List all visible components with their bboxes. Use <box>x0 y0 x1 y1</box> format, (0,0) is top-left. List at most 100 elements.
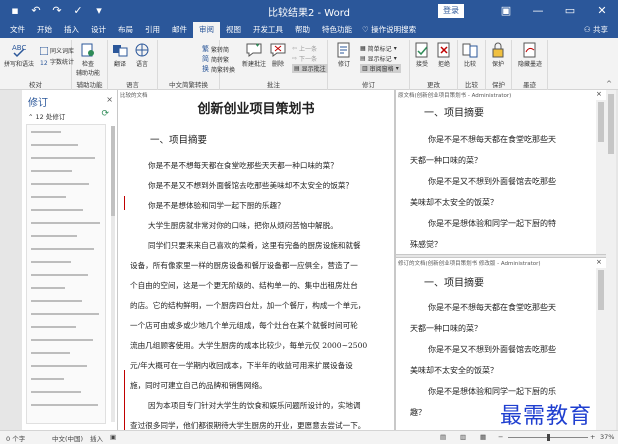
thesaurus-button[interactable]: 同义词库 <box>40 46 74 55</box>
revision-entry[interactable] <box>31 131 61 133</box>
tab-2[interactable]: 插入 <box>58 22 85 38</box>
revision-entry[interactable] <box>31 365 87 367</box>
scrollbar-thumb[interactable] <box>111 126 115 216</box>
revision-entry[interactable] <box>31 300 82 302</box>
tab-6[interactable]: 邮件 <box>166 22 193 38</box>
previous-comment-button[interactable]: ⇦ 上一条 <box>292 44 317 53</box>
zoom-level[interactable]: 37% <box>600 433 614 441</box>
thesaurus-icon <box>40 46 48 55</box>
scrollbar-thumb[interactable] <box>598 102 604 142</box>
scrollbar-thumb[interactable] <box>598 270 604 310</box>
tab-9[interactable]: 开发工具 <box>247 22 289 38</box>
read-mode-icon[interactable]: ▤ <box>440 433 446 441</box>
ribbon-tab-bar: 文件 开始 插入 设计 布局 引用 邮件 审阅 视图 开发工具 帮助 特色功能 ♡ 操作说明搜索 ⚇ … <box>0 22 618 38</box>
revision-entry[interactable] <box>31 157 95 159</box>
revision-entry[interactable] <box>31 404 98 406</box>
minimize-button[interactable]: — <box>522 0 554 22</box>
collapse-ribbon-icon[interactable]: ^ <box>606 80 612 88</box>
revision-entry[interactable] <box>31 170 72 172</box>
revision-entry[interactable] <box>31 339 93 341</box>
reject-button[interactable]: 拒绝 <box>436 42 452 68</box>
accept-button[interactable]: 接受 <box>414 42 430 68</box>
revised-scrollbar[interactable] <box>596 268 606 430</box>
translate-button[interactable]: 翻译 <box>112 42 128 68</box>
print-layout-icon[interactable]: ▥ <box>460 433 466 441</box>
insert-mode-status[interactable]: 插入 <box>90 433 103 443</box>
compared-document-pane[interactable]: 比较的文档 创新创业项目策划书 一、项目摘要 你是不是不想每天都在食堂吃那些天天… <box>118 90 394 430</box>
language-status[interactable]: 中文(中国) <box>52 433 83 443</box>
revision-entry[interactable] <box>31 248 94 250</box>
revision-entry[interactable] <box>31 209 83 211</box>
revision-entry[interactable] <box>31 391 81 393</box>
zoom-in-button[interactable]: + <box>590 433 595 441</box>
tab-5[interactable]: 引用 <box>139 22 166 38</box>
group-label: 保护 <box>492 81 505 89</box>
hide-ink-button[interactable]: 隐藏墨迹 <box>518 42 542 68</box>
revision-entry[interactable] <box>31 287 65 289</box>
check-accessibility-button[interactable]: 检查 辅助功能 <box>76 42 100 77</box>
show-comments-button[interactable]: ▤ 显示批注 <box>292 64 328 73</box>
tab-4[interactable]: 布局 <box>112 22 139 38</box>
revisions-scrollbar[interactable] <box>111 126 115 422</box>
revision-entry[interactable] <box>31 378 64 380</box>
reviewing-pane-button[interactable]: ▥ 审阅窗格 ▾ <box>360 64 401 73</box>
revision-entry[interactable] <box>31 326 76 328</box>
close-button[interactable]: ✕ <box>586 0 618 22</box>
scrollbar-thumb[interactable] <box>608 94 614 154</box>
tab-10[interactable]: 帮助 <box>289 22 316 38</box>
revision-entry[interactable] <box>31 274 88 276</box>
refresh-icon[interactable]: ⟳ <box>101 109 109 119</box>
paragraph-line: 你是不是又不想到外面餐馆去吃那些 <box>428 345 556 354</box>
revision-entry[interactable] <box>31 196 66 198</box>
delete-comment-icon <box>270 43 286 57</box>
revision-entry[interactable] <box>31 261 71 263</box>
zoom-out-button[interactable]: − <box>498 433 503 441</box>
macro-record-icon[interactable]: ▣ <box>110 433 116 441</box>
delete-comment-button[interactable]: 删除 <box>270 42 286 68</box>
paragraph-line: 你是不是想体验和同学一起下厨的乐 <box>428 387 556 396</box>
tab-11[interactable]: 特色功能 <box>316 22 358 38</box>
new-comment-button[interactable]: 新建批注 <box>242 42 266 68</box>
original-document-header: 原文档(创新创业项目策划书 - Administrator) <box>398 93 512 99</box>
track-changes-button[interactable]: 修订 <box>336 42 352 68</box>
share-button[interactable]: ⚇ 共享 <box>584 22 608 38</box>
close-pane-icon[interactable]: × <box>596 258 602 266</box>
revision-entry[interactable] <box>31 352 70 354</box>
language-button[interactable]: 语言 <box>134 42 150 68</box>
revision-entry[interactable] <box>31 235 77 237</box>
restore-button[interactable]: ▭ <box>554 0 586 22</box>
revision-entry[interactable] <box>31 222 100 224</box>
web-layout-icon[interactable]: ▦ <box>480 433 486 441</box>
tab-1[interactable]: 开始 <box>31 22 58 38</box>
revision-entry[interactable] <box>31 144 78 146</box>
paragraph-line: 你是不是又不想到外面餐馆去吃那些美味却不太安全的饭菜？ <box>148 181 354 190</box>
main-vertical-scrollbar[interactable] <box>606 90 616 430</box>
tell-me-search[interactable]: ♡ 操作说明搜索 <box>362 22 416 38</box>
ribbon-display-icon[interactable]: ▣ <box>490 0 522 22</box>
spelling-button[interactable]: ABC 拼写和语法 <box>4 42 34 68</box>
reviewing-pane-icon: ▥ <box>362 65 368 72</box>
tab-0[interactable]: 文件 <box>4 22 31 38</box>
revision-entry[interactable] <box>31 313 99 315</box>
show-markup-button[interactable]: ▤ 显示标记 ▾ <box>360 54 397 63</box>
revisions-pane-close-button[interactable]: × <box>106 95 113 104</box>
tab-3[interactable]: 设计 <box>85 22 112 38</box>
markup-select[interactable]: ▦ 简单标记 ▾ <box>360 44 397 53</box>
next-comment-button[interactable]: ⇨ 下一条 <box>292 54 317 63</box>
zoom-slider-thumb[interactable] <box>547 434 550 441</box>
close-pane-icon[interactable]: × <box>596 90 602 98</box>
tab-7[interactable]: 审阅 <box>193 22 220 38</box>
revision-entry[interactable] <box>31 183 89 185</box>
group-ink: 隐藏墨迹 墨迹 <box>512 40 548 90</box>
word-count-button[interactable]: 123 字数统计 <box>40 57 74 66</box>
original-document-pane[interactable]: 原文档(创新创业项目策划书 - Administrator) × 一、项目摘要 … <box>396 90 606 254</box>
word-count-status[interactable]: 0 个字 <box>6 433 25 443</box>
protect-button[interactable]: 保护 <box>490 42 506 68</box>
original-scrollbar[interactable] <box>596 100 606 254</box>
tab-8[interactable]: 视图 <box>220 22 247 38</box>
revisions-list[interactable] <box>26 124 106 424</box>
compare-button[interactable]: 比较 <box>462 42 478 68</box>
login-button[interactable]: 登录 <box>438 4 464 18</box>
revisions-summary[interactable]: ⌃ 12 处修订 <box>28 111 65 121</box>
paragraph-line: 同学们只要来来自己喜欢的菜肴，这里有完备的厨房设施和就餐 <box>148 241 361 250</box>
